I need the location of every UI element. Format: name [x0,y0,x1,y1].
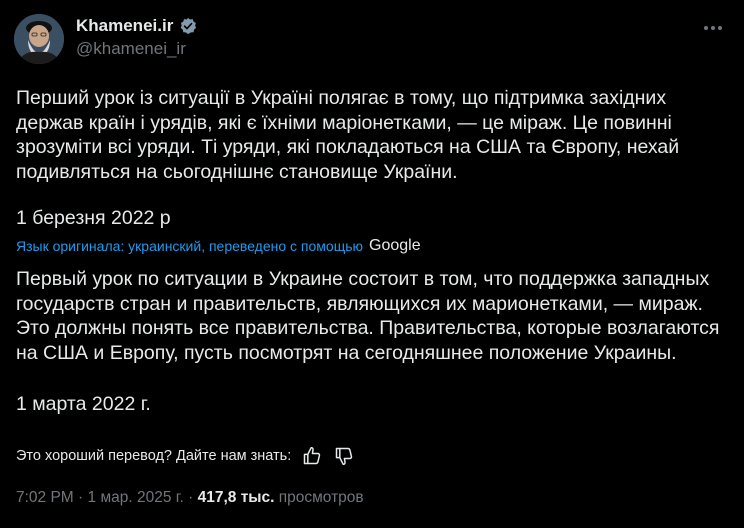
more-options-button[interactable] [700,18,726,38]
meta-separator: · [73,489,88,506]
translation-feedback: Это хороший перевод? Дайте нам знать: [16,445,355,467]
author-name-row[interactable]: Khamenei.ir [76,14,197,38]
author-handle[interactable]: @khamenei_ir [76,38,186,60]
original-tweet-text: Перший урок із ситуації в Україні поляга… [16,87,680,183]
feedback-prompt: Это хороший перевод? Дайте нам знать: [16,448,292,464]
translation-note-text: Язык оригинала: украинский, переведено с… [16,238,364,254]
views-count[interactable]: 417,8 тыс. [198,489,275,506]
views-label: просмотров [274,489,364,506]
tweet-date[interactable]: 1 мар. 2025 г. [88,489,184,506]
thumbs-down-button[interactable] [333,445,355,467]
dot-icon [718,26,722,30]
translated-date-text: 1 марта 2022 г. [16,393,151,415]
meta-separator: · [183,489,198,506]
author-display-name[interactable]: Khamenei.ir [76,14,173,38]
google-logo[interactable]: Google [369,236,421,256]
dot-icon [711,26,715,30]
original-date-text: 1 березня 2022 р [16,207,171,229]
thumbs-up-icon [304,446,321,465]
avatar[interactable] [14,14,64,64]
translated-tweet-text: Первый урок по ситуации в Украине состои… [16,268,720,364]
dot-icon [704,26,708,30]
profile-photo [14,14,64,64]
verified-badge-icon [181,17,197,35]
thumbs-up-button[interactable] [301,445,323,467]
tweet-meta: 7:02 PM · 1 мар. 2025 г. · 417,8 тыс. пр… [16,487,364,509]
tweet-time[interactable]: 7:02 PM [16,489,74,506]
translation-note: Язык оригинала: украинский, переведено с… [16,236,421,256]
thumbs-down-icon [336,447,353,466]
